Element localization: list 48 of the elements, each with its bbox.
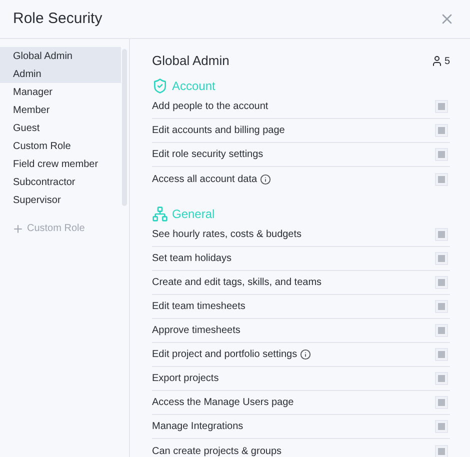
section-title: Account xyxy=(172,78,216,95)
permission-label: Access the Manage Users page xyxy=(152,396,294,410)
permission-label: Can create projects & groups xyxy=(152,444,282,457)
role-item[interactable]: Supervisor xyxy=(0,191,121,209)
window-title: Role Security xyxy=(13,8,102,29)
section-title: General xyxy=(172,206,215,223)
info-icon[interactable] xyxy=(300,349,312,360)
role-item[interactable]: Custom Role xyxy=(0,137,121,155)
permission-checkbox[interactable] xyxy=(435,444,448,457)
role-item[interactable]: Guest xyxy=(0,119,121,137)
role-item[interactable]: Admin xyxy=(0,65,121,83)
permission-label: Access all account data xyxy=(152,172,258,186)
permission-label: Edit project and portfolio settings xyxy=(152,348,298,362)
permission-checkbox[interactable] xyxy=(435,324,448,337)
permission-checkbox[interactable] xyxy=(435,252,448,265)
permission-label: Edit team timesheets xyxy=(152,300,246,314)
permission-checkbox[interactable] xyxy=(435,396,448,409)
member-count: 5 xyxy=(444,54,450,68)
permission-checkbox[interactable] xyxy=(435,148,448,161)
permission-checkbox[interactable] xyxy=(435,124,448,137)
permission-label: Set team holidays xyxy=(152,252,232,266)
permission-checkbox[interactable] xyxy=(435,348,448,361)
role-item[interactable]: Subcontractor xyxy=(0,173,121,191)
shield-icon xyxy=(152,78,168,94)
permission-label: Manage Integrations xyxy=(152,420,244,434)
permission-label: Add people to the account xyxy=(152,100,268,114)
person-icon xyxy=(431,55,444,67)
plus-icon xyxy=(12,222,24,234)
permission-checkbox[interactable] xyxy=(435,420,448,433)
permission-label: Edit accounts and billing page xyxy=(152,124,285,138)
hierarchy-icon xyxy=(152,206,168,222)
role-item[interactable]: Member xyxy=(0,101,121,119)
permission-label: Create and edit tags, skills, and teams xyxy=(152,276,322,290)
permission-label: Edit role security settings xyxy=(152,148,264,162)
permission-checkbox[interactable] xyxy=(435,100,448,113)
role-title: Global Admin xyxy=(152,52,230,70)
role-item[interactable]: Manager xyxy=(0,83,121,101)
permission-label: Approve timesheets xyxy=(152,324,240,338)
info-icon[interactable] xyxy=(260,174,272,184)
permission-checkbox[interactable] xyxy=(435,172,448,186)
permission-checkbox[interactable] xyxy=(435,276,448,289)
permission-label: Export projects xyxy=(152,372,219,386)
permission-label: See hourly rates, costs & budgets xyxy=(152,228,302,242)
role-item[interactable]: Global Admin xyxy=(0,47,121,65)
role-item[interactable]: Field crew member xyxy=(0,155,121,173)
permission-checkbox[interactable] xyxy=(435,228,448,241)
permission-checkbox[interactable] xyxy=(435,300,448,313)
permission-checkbox[interactable] xyxy=(435,372,448,385)
